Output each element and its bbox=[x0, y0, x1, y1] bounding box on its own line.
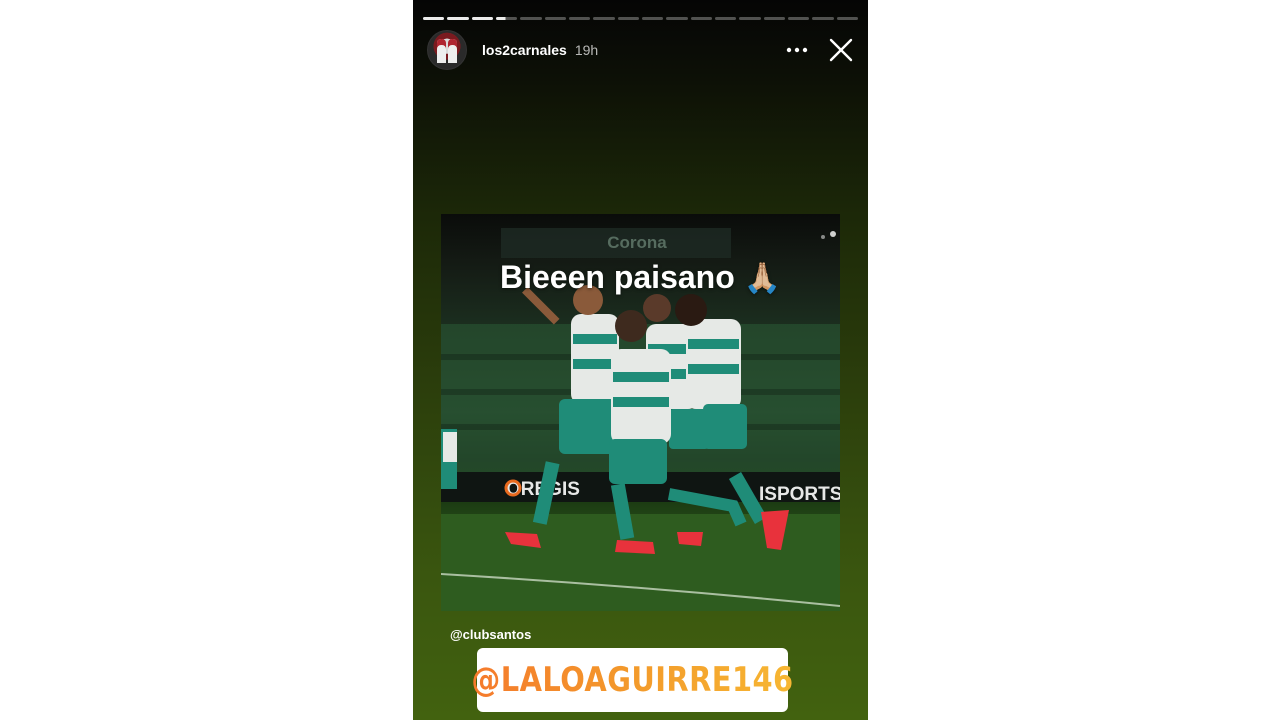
story-viewer[interactable]: los2carnales 19h Corona ISPORTS Bieeen p… bbox=[413, 0, 868, 720]
ad-board-right: ISPORTS bbox=[759, 484, 840, 505]
caption-text: Bieeen paisano bbox=[500, 259, 735, 295]
stadium-banner-text: Corona bbox=[607, 233, 667, 252]
progress-segment bbox=[641, 17, 664, 20]
mention-sticker[interactable]: @LALOAGUIRRE146 bbox=[471, 648, 793, 712]
close-icon bbox=[829, 38, 853, 62]
progress-segment bbox=[739, 17, 761, 20]
story-photo: Corona OREGIS ISPORTS bbox=[441, 214, 840, 611]
progress-segment bbox=[787, 17, 810, 20]
progress-segment bbox=[690, 17, 712, 20]
progress-segment bbox=[423, 17, 445, 20]
progress-segment bbox=[471, 17, 493, 20]
progress-segment bbox=[763, 17, 785, 20]
progress-segment bbox=[520, 17, 542, 20]
progress-segment bbox=[568, 17, 591, 20]
progress-segment bbox=[714, 17, 737, 20]
pray-emoji-icon: 🙏🏼 bbox=[743, 262, 781, 295]
story-caption: Bieeen paisano 🙏🏼 bbox=[441, 259, 840, 296]
progress-segment bbox=[495, 17, 518, 20]
progress-segment bbox=[447, 17, 469, 20]
author-username[interactable]: los2carnales bbox=[482, 42, 567, 58]
mention-sticker-label: @LALOAGUIRRE146 bbox=[471, 660, 794, 700]
progress-segment bbox=[544, 17, 566, 20]
progress-segment bbox=[836, 17, 858, 20]
progress-segment bbox=[666, 17, 688, 20]
story-header: los2carnales 19h bbox=[427, 30, 858, 70]
progress-segment bbox=[617, 17, 639, 20]
story-progress-bar bbox=[423, 17, 858, 20]
progress-segment bbox=[593, 17, 615, 20]
post-time: 19h bbox=[574, 42, 599, 58]
mention-clubsantos[interactable]: @clubsantos bbox=[450, 627, 531, 642]
more-options-button[interactable] bbox=[782, 35, 812, 65]
progress-segment bbox=[812, 17, 834, 20]
more-horizontal-icon bbox=[786, 47, 808, 53]
author-avatar[interactable] bbox=[427, 30, 467, 70]
close-button[interactable] bbox=[826, 35, 856, 65]
